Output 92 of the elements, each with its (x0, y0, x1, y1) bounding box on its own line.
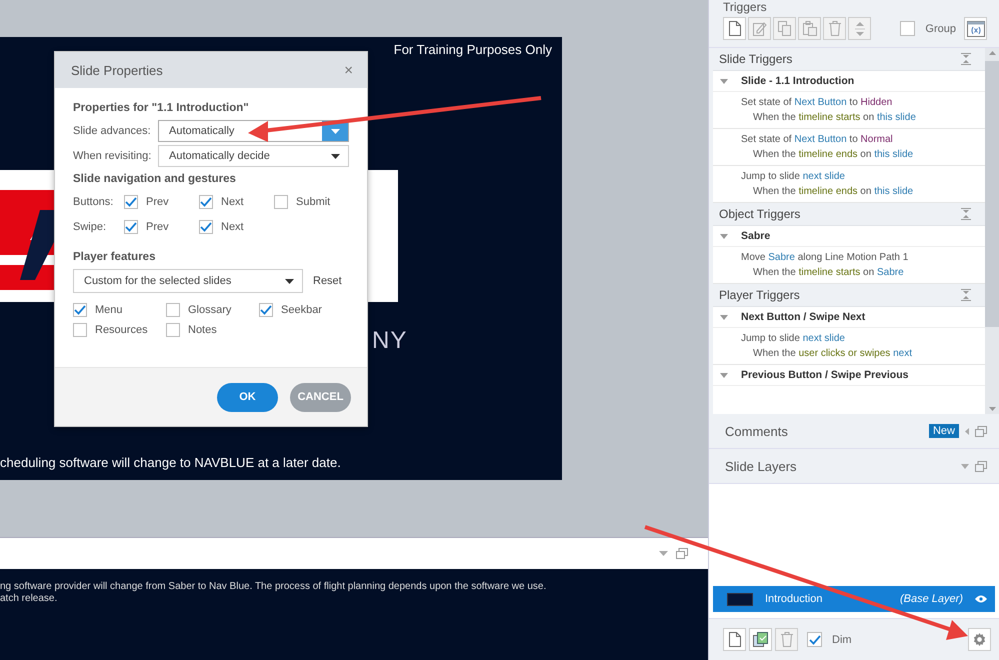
scroll-down-icon[interactable] (988, 407, 996, 411)
check-icon (125, 196, 137, 206)
check-icon (808, 634, 820, 644)
check-icon (200, 222, 212, 232)
row-label: Buttons: (73, 196, 114, 208)
eye-icon[interactable] (975, 595, 987, 603)
checkbox[interactable] (807, 632, 822, 647)
window-restore-icon[interactable] (975, 426, 987, 436)
checkbox[interactable] (166, 303, 180, 317)
trigger-group-row[interactable]: Slide - 1.1 Introduction (713, 71, 985, 92)
panel-title: Comments (725, 424, 789, 438)
checkbox[interactable] (274, 194, 288, 208)
dropdown-caret-icon (330, 128, 340, 134)
checkbox-label: Next (221, 196, 244, 208)
reset-button[interactable]: Reset (313, 275, 342, 287)
notes-text: atch release. (0, 593, 58, 605)
properties-heading: Properties for "1.1 Introduction" (73, 102, 250, 114)
checkbox-label: Next (221, 220, 244, 232)
dropdown-field[interactable]: Custom for the selected slides (73, 269, 303, 293)
checkbox-label: Seekbar (281, 304, 322, 316)
checkbox-label: Resources (95, 324, 148, 336)
dialog-title: Slide Properties (71, 62, 163, 78)
checkbox-label: Menu (95, 304, 123, 316)
slide-caption: cheduling software will change to NAVBLUE at a later date. (0, 455, 341, 470)
collapse-all-icon[interactable] (961, 53, 971, 65)
slide-badge-text: For Training Purposes Only (394, 42, 552, 57)
scrollbar[interactable] (985, 48, 999, 414)
dropdown-caret-icon (330, 154, 340, 158)
section-header[interactable]: Player Triggers (713, 284, 985, 307)
notes-text: ng software provider will change from Saber to Nav Blue. The process of flight planning depends upon the software we use. (0, 581, 548, 593)
section-header[interactable]: Object Triggers (713, 203, 985, 226)
delete-icon[interactable] (823, 17, 846, 40)
player-features-heading: Player features (73, 251, 156, 263)
dropdown-caret-icon (284, 278, 294, 284)
new-layer-icon[interactable] (723, 628, 746, 651)
panel-title: Triggers (723, 0, 768, 14)
window-restore-icon[interactable] (676, 548, 688, 559)
dropdown-field[interactable]: Automatically decide (158, 145, 349, 167)
checkbox[interactable] (900, 21, 916, 36)
section-header[interactable]: Slide Triggers (713, 48, 985, 71)
checkbox[interactable] (166, 323, 180, 337)
dropdown-caret-icon[interactable] (961, 464, 969, 468)
panel-title: Slide Layers (725, 458, 798, 474)
check-icon (125, 222, 137, 232)
ok-button[interactable]: OK (217, 382, 278, 412)
collapse-all-icon[interactable] (961, 289, 971, 301)
new-badge: New (928, 424, 959, 438)
paste-icon[interactable] (798, 17, 821, 40)
checkbox-label: Submit (296, 196, 330, 208)
checkbox-label: Group (925, 22, 956, 34)
check-icon (260, 305, 272, 315)
slide-thumbnail (727, 592, 753, 606)
variables-icon[interactable] (964, 17, 987, 40)
settings-icon[interactable] (968, 628, 991, 651)
expand-caret-icon[interactable] (720, 234, 728, 238)
checkbox[interactable] (199, 220, 213, 234)
company-name-text: NY (372, 327, 408, 355)
check-icon (74, 305, 86, 315)
checkbox[interactable] (124, 194, 138, 208)
checkbox[interactable] (259, 303, 273, 317)
trigger-group-row[interactable]: Next Button / Swipe Next (713, 307, 985, 328)
row-label: Swipe: (73, 220, 108, 232)
checkbox[interactable] (73, 323, 87, 337)
layer-row[interactable]: Introduction (Base Layer) (713, 586, 995, 612)
dropdown-caret-icon[interactable] (659, 551, 668, 556)
collapse-all-icon[interactable] (961, 208, 971, 220)
check-icon (200, 196, 212, 206)
checkbox-label: Prev (146, 220, 169, 232)
expand-caret-icon[interactable] (720, 78, 728, 84)
duplicate-layer-icon[interactable] (749, 628, 772, 651)
new-trigger-icon[interactable] (723, 17, 746, 40)
checkbox-label: Prev (146, 196, 169, 208)
navigation-heading: Slide navigation and gestures (73, 173, 237, 185)
trigger-group-row[interactable]: Sabre (713, 226, 985, 247)
checkbox[interactable] (124, 220, 138, 234)
checkbox[interactable] (199, 194, 213, 208)
field-label: When revisiting: (73, 150, 152, 162)
reorder-icon[interactable] (848, 17, 871, 40)
layer-note: (Base Layer) (900, 593, 963, 605)
layer-name: Introduction (765, 593, 824, 605)
checkbox-label: Notes (188, 324, 217, 336)
expand-caret-icon[interactable] (720, 314, 728, 320)
copy-icon[interactable] (773, 17, 796, 40)
scroll-up-icon[interactable] (988, 51, 996, 55)
checkbox[interactable] (73, 303, 87, 317)
checkbox-label: Dim (832, 634, 852, 646)
expand-caret-icon[interactable] (720, 372, 728, 378)
field-label: Slide advances: (73, 125, 152, 137)
window-restore-icon[interactable] (975, 460, 987, 472)
trigger-group-row[interactable]: Previous Button / Swipe Previous (713, 365, 985, 386)
collapse-caret-icon[interactable] (965, 428, 969, 434)
checkbox-label: Glossary (188, 304, 232, 316)
